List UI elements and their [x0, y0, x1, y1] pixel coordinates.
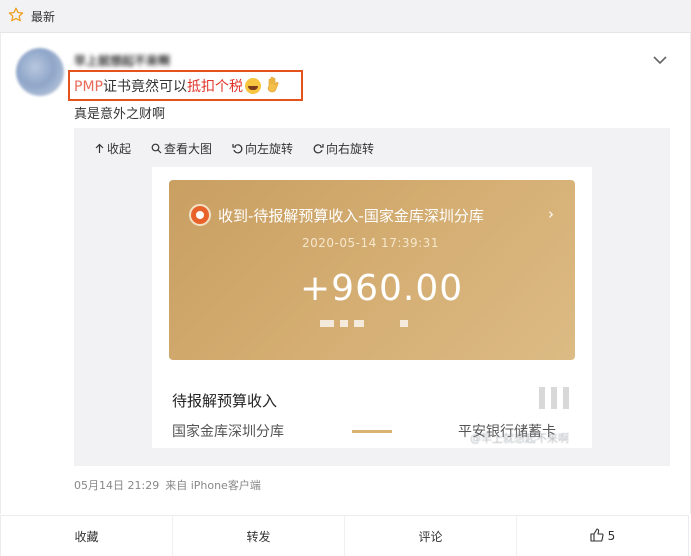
search-icon — [151, 143, 162, 154]
comment-button[interactable]: 评论 — [345, 516, 517, 556]
redacted-dots — [320, 320, 408, 327]
repost-button[interactable]: 转发 — [173, 516, 345, 556]
post-text-mid: 证书竟然可以 — [102, 79, 187, 95]
feed-title: 最新 — [31, 10, 56, 24]
chevron-right-icon: › — [548, 205, 554, 223]
transaction-from: 国家金库深圳分库 — [172, 424, 284, 440]
rotate-right-label: 向右旋转 — [326, 142, 375, 156]
rotate-left-button[interactable]: 向左旋转 — [232, 140, 293, 157]
favorite-button[interactable]: 收藏 — [1, 516, 173, 556]
transaction-label: 待报解预算收入 — [172, 392, 278, 410]
star-icon — [8, 7, 24, 27]
view-large-label: 查看大图 — [164, 142, 213, 156]
pmp-text: PMP — [74, 79, 103, 95]
top-bar: 最新 — [0, 0, 691, 33]
collapse-label: 收起 — [107, 142, 132, 156]
post-text-highlight: 抵扣个税 — [186, 79, 243, 95]
view-large-button[interactable]: 查看大图 — [151, 140, 212, 157]
rotate-left-icon — [232, 144, 243, 154]
post-text-line2: 真是意外之财啊 — [74, 107, 166, 122]
collapse-icon — [95, 143, 104, 153]
post-time[interactable]: 05月14日 21:29 — [74, 479, 159, 492]
rotate-right-icon — [313, 144, 324, 154]
transaction-title: 收到-待报解预算收入-国家金库深圳分库 — [218, 207, 484, 225]
transaction-time: 2020-05-14 17:39:31 — [302, 236, 439, 250]
rotate-left-label: 向左旋转 — [245, 142, 294, 156]
image-watermark: @早上就想起不来啊 — [470, 432, 569, 445]
hand-emoji-icon — [265, 76, 281, 98]
rotate-right-button[interactable]: 向右旋转 — [313, 140, 374, 157]
like-button[interactable]: 5 — [517, 516, 688, 556]
image-toolbar: 收起 查看大图 向左旋转 向右旋转 — [94, 140, 374, 157]
post-meta: 05月14日 21:29 来自 iPhone客户端 — [74, 477, 261, 493]
transaction-amount: +960.00 — [300, 268, 464, 309]
favorite-label: 收藏 — [74, 529, 99, 544]
transfer-arrow-icon — [352, 430, 392, 433]
like-count: 5 — [607, 529, 616, 543]
thumbs-up-icon — [590, 527, 604, 545]
post-text-line1: PMP证书竟然可以抵扣个税 — [74, 76, 281, 98]
chevron-down-icon[interactable] — [651, 52, 669, 71]
post-source: 来自 iPhone客户端 — [165, 479, 261, 492]
laugh-emoji-icon — [244, 78, 261, 94]
action-bar: 收藏 转发 评论 5 — [0, 515, 689, 556]
avatar[interactable] — [16, 48, 64, 96]
comment-label: 评论 — [418, 529, 443, 544]
repost-label: 转发 — [246, 529, 271, 544]
redacted-pixels — [539, 387, 575, 409]
income-icon — [189, 204, 211, 226]
username[interactable]: 早上就想起不来啊 — [74, 52, 170, 69]
collapse-button[interactable]: 收起 — [94, 140, 131, 157]
